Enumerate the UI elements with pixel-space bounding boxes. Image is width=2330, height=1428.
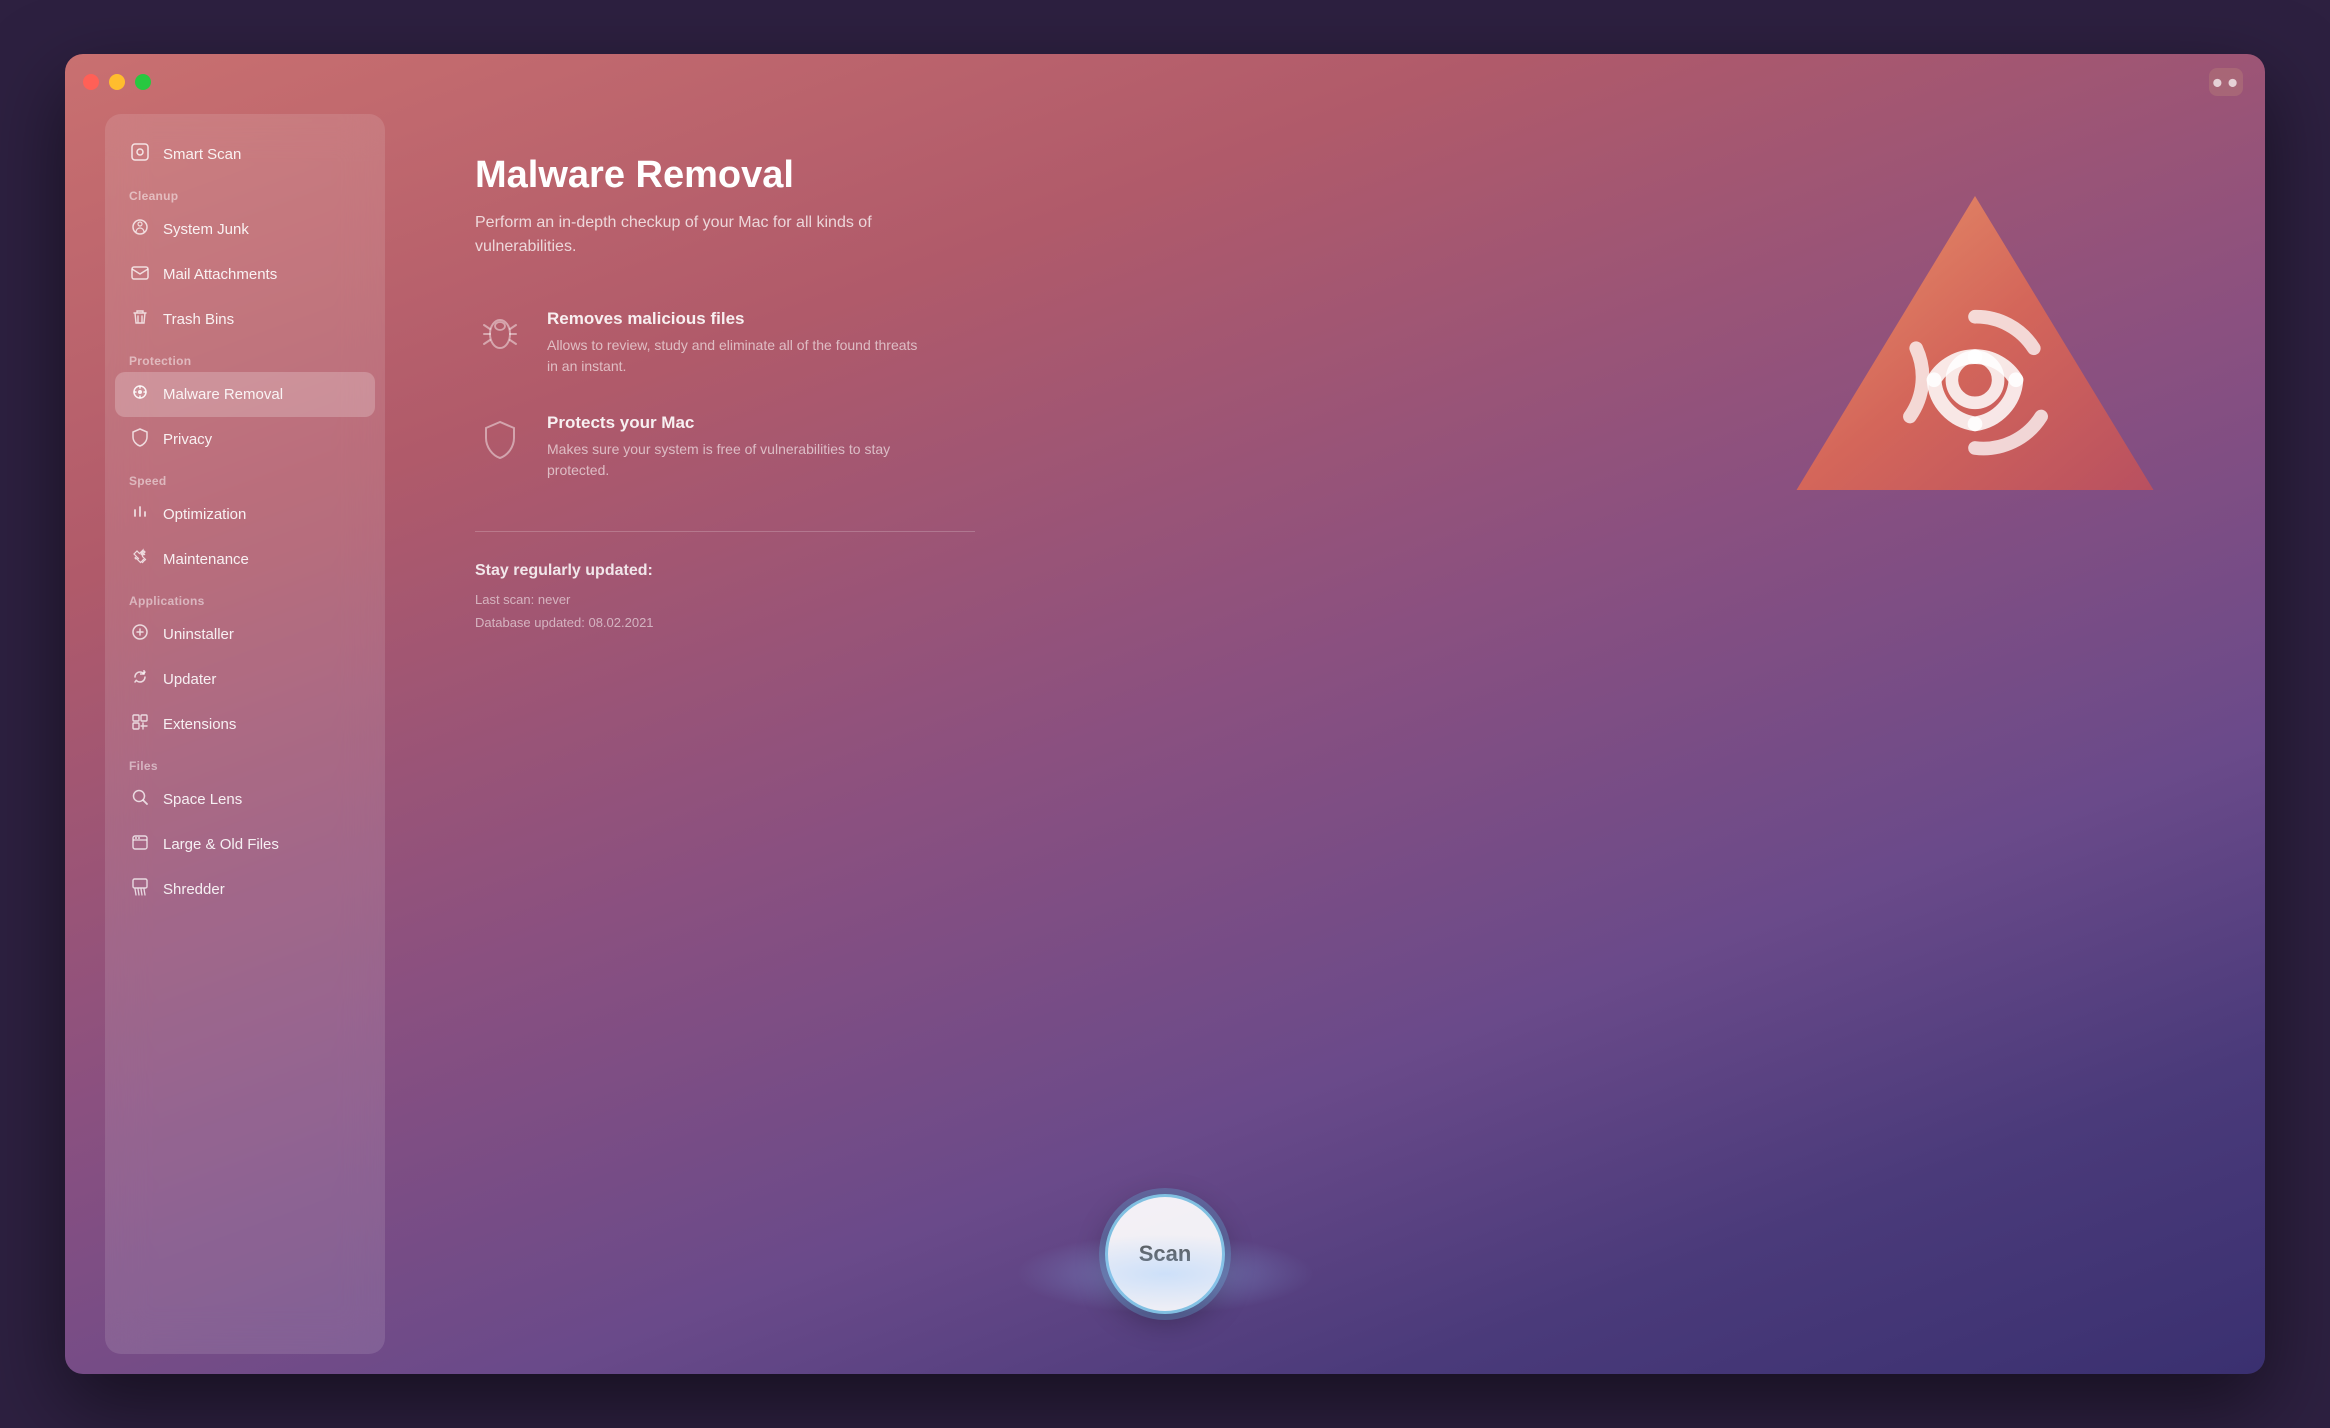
sidebar-label-updater: Updater [163,671,216,688]
sidebar-section-protection: Protection [115,342,375,372]
sidebar-item-smart-scan[interactable]: Smart Scan [115,132,375,177]
privacy-icon [129,427,151,452]
close-button[interactable] [83,74,99,90]
sidebar: Smart Scan Cleanup System Junk Mail A [105,114,385,1354]
sidebar-label-maintenance: Maintenance [163,551,249,568]
sidebar-section-files: Files [115,747,375,777]
extensions-icon [129,712,151,737]
sidebar-item-optimization[interactable]: Optimization [115,492,375,537]
shield-icon [475,413,525,463]
content-divider [475,531,975,532]
feature-protects-mac-text: Protects your Mac Makes sure your system… [547,413,927,481]
sidebar-label-smart-scan: Smart Scan [163,146,241,163]
sidebar-label-privacy: Privacy [163,431,212,448]
system-junk-icon [129,217,151,242]
scan-glow [1015,1234,1315,1314]
sidebar-item-privacy[interactable]: Privacy [115,417,375,462]
sidebar-item-system-junk[interactable]: System Junk [115,207,375,252]
sidebar-label-shredder: Shredder [163,881,225,898]
traffic-lights [83,74,151,90]
feature-malicious-desc: Allows to review, study and eliminate al… [547,335,927,377]
sidebar-item-maintenance[interactable]: Maintenance [115,537,375,582]
large-files-icon [129,832,151,857]
sidebar-label-extensions: Extensions [163,716,236,733]
sidebar-item-mail-attachments[interactable]: Mail Attachments [115,252,375,297]
sidebar-label-malware-removal: Malware Removal [163,386,283,403]
page-subtitle: Perform an in-depth checkup of your Mac … [475,211,955,259]
updater-icon [129,667,151,692]
sidebar-section-cleanup: Cleanup [115,177,375,207]
app-window: Smart Scan Cleanup System Junk Mail A [65,54,2265,1374]
feature-protects-title: Protects your Mac [547,413,927,433]
sidebar-section-applications: Applications [115,582,375,612]
mail-icon [129,262,151,287]
last-scan-text: Last scan: never [475,588,2195,611]
bug-icon [475,309,525,359]
maximize-button[interactable] [135,74,151,90]
sidebar-section-speed: Speed [115,462,375,492]
sidebar-item-uninstaller[interactable]: Uninstaller [115,612,375,657]
scan-button-container: Scan [1105,1194,1225,1314]
trash-icon [129,307,151,332]
malware-icon [129,382,151,407]
feature-protects-desc: Makes sure your system is free of vulner… [547,439,927,481]
biohazard-illustration [1765,154,2185,574]
sidebar-item-shredder[interactable]: Shredder [115,867,375,912]
feature-malicious-title: Removes malicious files [547,309,927,329]
sidebar-label-space-lens: Space Lens [163,791,242,808]
title-bar [65,54,2265,109]
sidebar-item-extensions[interactable]: Extensions [115,702,375,747]
sidebar-label-large-old-files: Large & Old Files [163,836,279,853]
sidebar-item-trash-bins[interactable]: Trash Bins [115,297,375,342]
uninstaller-icon [129,622,151,647]
space-lens-icon [129,787,151,812]
db-updated-text: Database updated: 08.02.2021 [475,611,2195,634]
maintenance-icon [129,547,151,572]
sidebar-label-trash-bins: Trash Bins [163,311,234,328]
sidebar-item-space-lens[interactable]: Space Lens [115,777,375,822]
sidebar-label-uninstaller: Uninstaller [163,626,234,643]
sidebar-label-mail-attachments: Mail Attachments [163,266,277,283]
optimization-icon [129,502,151,527]
sidebar-label-system-junk: System Junk [163,221,249,238]
smart-scan-icon [129,142,151,167]
sidebar-item-updater[interactable]: Updater [115,657,375,702]
feature-malicious-files-text: Removes malicious files Allows to review… [547,309,927,377]
top-right-icon[interactable] [2209,68,2243,96]
minimize-button[interactable] [109,74,125,90]
sidebar-item-malware-removal[interactable]: Malware Removal [115,372,375,417]
shredder-icon [129,877,151,902]
sidebar-label-optimization: Optimization [163,506,246,523]
sidebar-item-large-old-files[interactable]: Large & Old Files [115,822,375,867]
